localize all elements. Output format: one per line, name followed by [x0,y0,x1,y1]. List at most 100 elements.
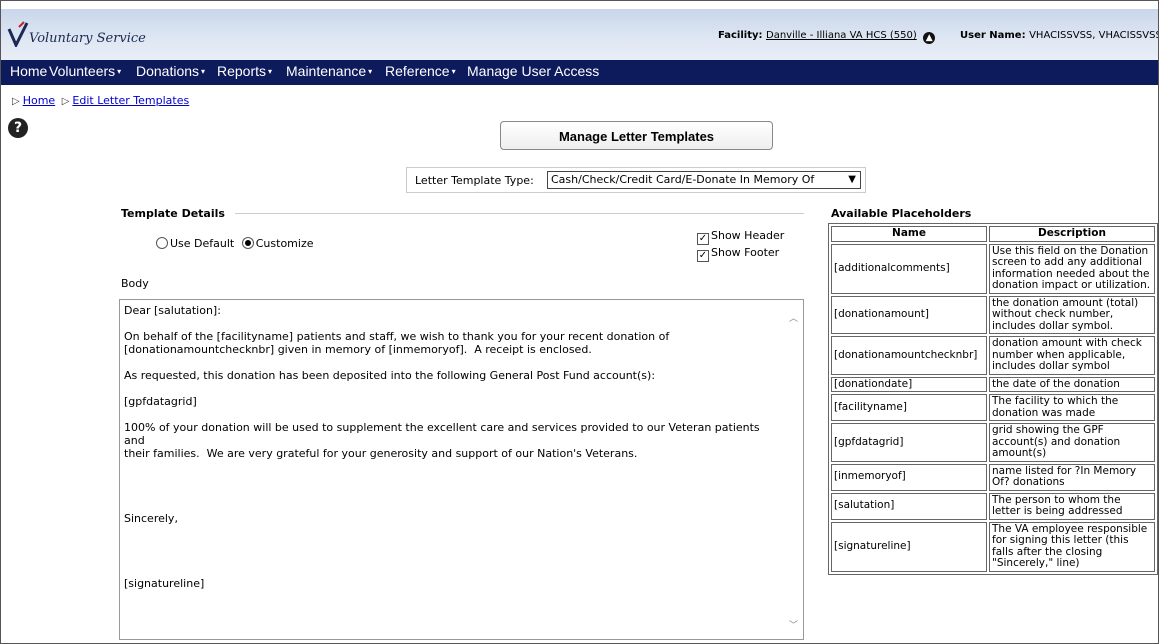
placeholder-name: [inmemoryof] [831,463,987,491]
body-line [124,473,779,486]
scroll-down-icon[interactable]: ﹀ [789,618,798,631]
help-icon[interactable]: ? [8,118,28,138]
facility-label: Facility: [718,30,763,41]
show-header-checkbox[interactable]: ✓ [697,233,709,245]
body-line [124,538,779,551]
customize-label: Customize [255,237,314,250]
nav-volunteers[interactable]: Volunteers ▾ [49,63,121,79]
divider [235,213,804,214]
chevron-down-icon: ▾ [201,67,206,76]
body-line: [gpfdatagrid] [124,395,197,408]
template-details-title: Template Details [121,207,225,220]
app-name: Voluntary Service [29,31,146,46]
user-name: VHACISSVSS, VHACISSVSS [1029,30,1159,41]
body-line: their families. We are very grateful for… [124,447,638,460]
template-type-value: Cash/Check/Credit Card/E-Donate In Memor… [551,173,815,186]
placeholders-title: Available Placeholders [831,207,972,220]
placeholder-name: [gpfdatagrid] [831,423,987,462]
show-footer-checkbox[interactable]: ✓ [697,250,709,262]
body-line: Dear [salutation]: [124,304,221,317]
body-line: [donationamountchecknbr] given in memory… [124,343,592,356]
placeholder-description: donation amount with check number when a… [989,336,1155,375]
body-line: As requested, this donation has been dep… [124,369,656,382]
main-nav: Home Volunteers ▾ Donations ▾ Reports ▾ Mai… [1,60,1158,85]
placeholder-description: the donation amount (total) without chec… [989,295,1155,334]
chevron-down-icon: ▾ [268,67,273,76]
use-default-label: Use Default [170,237,235,250]
chevron-down-icon: ▾ [368,67,373,76]
body-line: [signatureline] [124,577,205,590]
template-type-select[interactable]: Cash/Check/Credit Card/E-Donate In Memor… [547,171,861,189]
show-header-label: Show Header [711,229,785,242]
table-row: [signatureline] The VA employee responsib… [831,521,1155,572]
breadcrumb-arrow-icon: ▷ [61,96,70,107]
placeholder-name: [signatureline] [831,521,987,572]
arrow-up-circle-icon[interactable]: ▲ [923,32,936,44]
body-line [124,499,779,512]
column-header-name: Name [831,226,987,242]
use-default-radio[interactable] [156,237,168,249]
manage-letter-templates-button[interactable]: Manage Letter Templates [500,121,773,150]
body-line [124,460,779,473]
body-line [124,486,779,499]
user-label: User Name: [960,30,1026,41]
app-frame: Voluntary Service Facility: Danville - I… [0,0,1159,644]
user-info: User Name: VHACISSVSS, VHACISSVSS [960,30,1159,41]
facility-link[interactable]: Danville - Illiana VA HCS (550) [766,30,917,41]
table-row: [additionalcomments] Use this field on th… [831,243,1155,294]
breadcrumb-current[interactable]: Edit Letter Templates [72,94,189,107]
body-label: Body [121,277,149,290]
nav-home[interactable]: Home [10,63,47,79]
breadcrumb: ▷ Home ▷ Edit Letter Templates [9,94,189,107]
body-line [124,525,779,538]
table-row: [donationdate] the date of the donation [831,376,1155,392]
show-footer-row: ✓ Show Footer [697,246,779,262]
placeholder-name: [donationamount] [831,295,987,334]
placeholder-description: name listed for ?In Memory Of? donations [989,463,1155,491]
table-row: [salutation] The person to whom the lette… [831,492,1155,520]
placeholder-description: Use this field on the Donation screen to… [989,243,1155,294]
body-line: Sincerely, [124,512,178,525]
template-mode-radios: Use Default Customize [156,237,314,250]
va-logo-icon [7,21,29,47]
nav-reports[interactable]: Reports ▾ [217,63,272,79]
show-footer-label: Show Footer [711,246,780,259]
facility-info: Facility: Danville - Illiana VA HCS (550… [718,30,936,44]
template-type-label: Letter Template Type: [415,174,534,187]
chevron-down-icon: ▾ [117,67,122,76]
placeholders-table: Name Description [additionalcomments] Use… [828,223,1158,575]
placeholder-name: [donationdate] [831,376,987,392]
body-line [124,551,779,564]
nav-donations[interactable]: Donations ▾ [136,63,205,79]
table-header-row: Name Description [831,226,1155,242]
nav-manage-user-access[interactable]: Manage User Access [467,63,599,79]
table-row: [inmemoryof] name listed for ?In Memory O… [831,463,1155,491]
body-line [124,356,779,369]
body-line: On behalf of the [facilityname] patients… [124,330,670,343]
body-line [124,317,779,330]
body-line: 100% of your donation will be used to su… [124,421,764,447]
breadcrumb-home[interactable]: Home [23,94,55,107]
table-row: [donationamountchecknbr] donation amount … [831,336,1155,375]
scroll-up-icon[interactable]: ︿ [789,311,798,324]
placeholder-description: The person to whom the letter is being a… [989,492,1155,520]
placeholder-name: [donationamountchecknbr] [831,336,987,375]
breadcrumb-arrow-icon: ▷ [12,96,20,107]
placeholder-description: grid showing the GPF account(s) and dona… [989,423,1155,462]
body-line [124,382,779,395]
placeholder-description: the date of the donation [989,376,1155,392]
placeholder-name: [salutation] [831,492,987,520]
placeholder-name: [additionalcomments] [831,243,987,294]
chevron-down-icon: ▾ [451,67,456,76]
nav-maintenance[interactable]: Maintenance ▾ [286,63,372,79]
placeholder-description: The VA employee responsible for signing … [989,521,1155,572]
customize-radio[interactable] [241,237,254,249]
placeholder-description: The facility to which the donation was m… [989,394,1155,421]
nav-reference[interactable]: Reference ▾ [385,63,456,79]
template-type-panel: Letter Template Type: Cash/Check/Credit … [406,167,866,193]
placeholder-name: [facilityname] [831,394,987,421]
template-body-textarea[interactable]: Dear [salutation]: On behalf of the [fac… [119,299,804,640]
body-line [124,408,779,421]
column-header-description: Description [989,226,1155,242]
body-line [124,564,779,577]
